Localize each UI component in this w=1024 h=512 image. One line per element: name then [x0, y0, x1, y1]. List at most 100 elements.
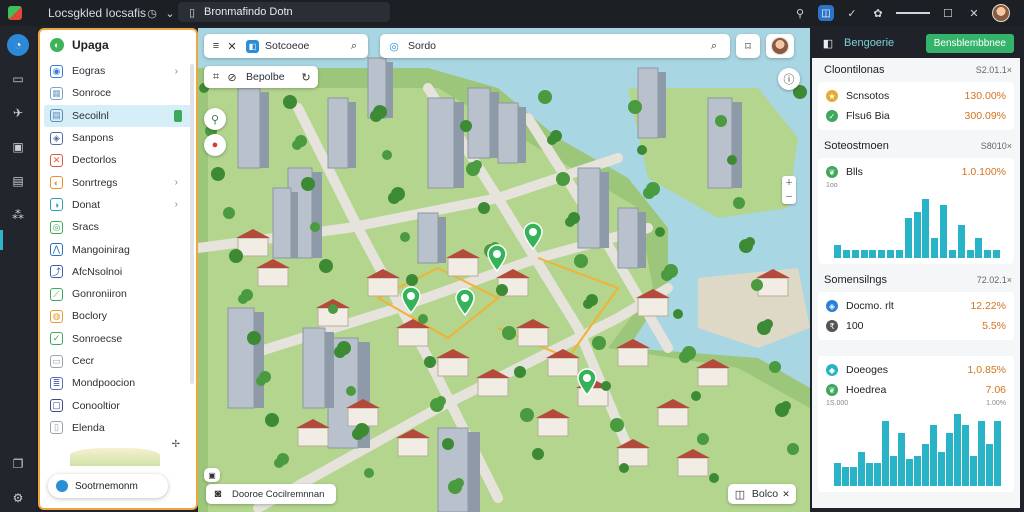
stat-row[interactable]: ◈ Docmo. rlt 12.22% [826, 296, 1006, 316]
sidebar-item[interactable]: ⤴ AfcNsolnoi [44, 261, 192, 283]
sidebar-item[interactable]: ⋀ Mangoinirag [44, 238, 192, 260]
sidebar-item[interactable]: ✕ Dectorlos [44, 149, 192, 171]
sidebar-item[interactable]: ◑ Donat › [44, 194, 192, 216]
map-pin-icon[interactable] [576, 368, 598, 396]
chevron-right-icon[interactable]: › [175, 66, 178, 77]
sidebar-item[interactable]: ◉ Eogras › [44, 60, 192, 82]
chart-bar [866, 463, 873, 486]
stat-row[interactable]: ✓ Flsu6 Bia 300.09% [826, 106, 1006, 126]
check-icon[interactable]: ✓ [844, 5, 860, 21]
maximize-button[interactable]: ☐ [940, 5, 956, 21]
stat-row[interactable]: ◆ Doeoges 1,0.85% [826, 360, 1006, 380]
sidebar-item[interactable]: ▭ Cecr [44, 350, 192, 372]
sidebar-item[interactable]: ▤ Secoilnl [44, 104, 192, 127]
bookmark-button[interactable]: ⌑ [736, 34, 760, 58]
sidebar-item[interactable]: ⟋ Gonroniiron [44, 283, 192, 305]
sidebar-item[interactable]: ✓ Sonroecse [44, 328, 192, 350]
sidebar-item[interactable]: ▢ Conooltior [44, 394, 192, 416]
map-pin-icon[interactable] [454, 288, 476, 316]
stat-value: 300.09% [964, 110, 1006, 122]
refresh-icon[interactable]: ↻ [298, 69, 314, 85]
chevron-right-icon[interactable]: › [175, 177, 178, 188]
sidebar-item-label: Secoilnl [72, 109, 109, 122]
plane-icon[interactable]: ✈ [7, 102, 29, 124]
info-button[interactable]: ⓘ [778, 68, 800, 90]
chart-bar [914, 455, 921, 486]
expand-button[interactable]: ▣ [204, 468, 220, 482]
sidebar-item[interactable]: ▦ Sonroce [44, 82, 192, 104]
map-pin-icon[interactable] [486, 244, 508, 272]
chat-icon[interactable]: ◔ [7, 34, 29, 56]
location-button[interactable]: ⚲ [204, 108, 226, 130]
layout-icon[interactable]: ▭ [7, 68, 29, 90]
sidebar-item[interactable]: ◐ Sonrtregs › [44, 171, 192, 193]
extension-icon[interactable]: ◫ [818, 5, 834, 21]
tree [757, 321, 771, 335]
zoom-out-icon[interactable]: － [785, 192, 793, 201]
building [637, 67, 659, 139]
building [617, 207, 639, 269]
panel-toggle-icon[interactable]: ◧ [820, 35, 836, 51]
history-icon[interactable]: ◷ [144, 5, 160, 21]
zoom-in-icon[interactable]: ＋ [785, 178, 793, 187]
stats-card: ◈ Docmo. rlt 12.22% ₹100 5.5% [818, 292, 1014, 340]
copy-icon[interactable]: ❐ [7, 453, 29, 475]
settings-icon[interactable]: ⚙ [7, 487, 29, 509]
map-view[interactable]: ≡ ✕ ◧ Sotcoeoe ⌕ ◎ Sordo ⌕ ⌑ ⌗ ⊘ Bepolbe… [198, 28, 810, 512]
tree [370, 110, 382, 122]
building-side [260, 92, 269, 168]
sidebar-item[interactable]: ◎ Sracs [44, 216, 192, 238]
sidebar-item[interactable]: ◍ Boclory [44, 305, 192, 327]
briefcase-icon[interactable]: ▣ [7, 136, 29, 158]
mini-bar-chart: 1S.000 1.00% [826, 400, 1006, 488]
sidebar-item[interactable]: ≣ Mondpoocion [44, 372, 192, 394]
building [237, 87, 261, 169]
tree [502, 326, 516, 340]
close-button[interactable]: ✕ [966, 5, 982, 21]
puzzle-icon[interactable]: ✿ [870, 5, 886, 21]
stat-row[interactable]: ★ Scnsotos 130.00% [826, 86, 1006, 106]
share-icon[interactable]: ⁂ [7, 204, 29, 226]
doc-icon: ▭ [50, 354, 63, 368]
gallery-icon[interactable]: ▤ [7, 170, 29, 192]
map-tab-label[interactable]: Sotcoeoe [265, 40, 309, 52]
stat-row[interactable]: ❦ Blls 1.0.100% [826, 162, 1006, 182]
layers-label[interactable]: Bepolbe [246, 71, 285, 83]
user-avatar[interactable] [992, 4, 1010, 22]
collapse-icon[interactable]: ✕ [778, 486, 794, 502]
stat-row[interactable]: ₹100 5.5% [826, 316, 1006, 336]
map-pin-icon[interactable] [400, 286, 422, 314]
chevron-down-icon[interactable]: ⌄ [162, 5, 178, 21]
profile-button[interactable] [766, 34, 794, 58]
url-bar[interactable]: ▯ Bronmafindo Dotn [178, 2, 390, 22]
chart-bar [994, 421, 1001, 486]
map-search-bar[interactable]: ◎ Sordo ⌕ [380, 34, 730, 58]
marker-button[interactable]: ● [204, 134, 226, 156]
primary-action-button[interactable]: Bensblembbnee [925, 33, 1014, 53]
chevron-right-icon[interactable]: › [175, 199, 178, 210]
map-legend-button[interactable]: ◫ Bolco ✕ [728, 484, 796, 504]
link-icon[interactable]: ⌕ [346, 38, 362, 54]
building [417, 212, 439, 264]
sidebar-footer-button[interactable]: Sootrnemonm [48, 474, 168, 498]
tree [727, 155, 737, 165]
sidebar-scrollbar[interactable] [190, 64, 194, 384]
close-icon[interactable]: ✕ [224, 38, 240, 54]
sidebar-item[interactable]: ▯ Elenda [44, 417, 192, 439]
crop-icon[interactable]: ⌗ [208, 69, 224, 85]
chart-bar [922, 198, 930, 258]
sidebar-item[interactable]: ◈ Sanpons [44, 127, 192, 149]
stat-row[interactable]: ❦ Hoedrea 7.06 [826, 380, 1006, 400]
map-pin-icon[interactable] [522, 222, 544, 250]
building [577, 167, 601, 249]
search-icon[interactable]: ⌕ [706, 38, 722, 54]
menu-icon[interactable]: ≡ [208, 38, 224, 54]
tree [655, 227, 665, 237]
minimize-button[interactable] [896, 12, 930, 14]
layers-icon[interactable]: ◙ [210, 486, 226, 502]
pin-icon[interactable]: ⚲ [792, 5, 808, 21]
stats-card: ◆ Doeoges 1,0.85% ❦ Hoedrea 7.06 1S.000 1.00% [818, 356, 1014, 492]
filter-icon[interactable]: ⊘ [224, 69, 240, 85]
chart-bar [957, 225, 965, 258]
zoom-control[interactable]: ＋－ [782, 176, 796, 204]
